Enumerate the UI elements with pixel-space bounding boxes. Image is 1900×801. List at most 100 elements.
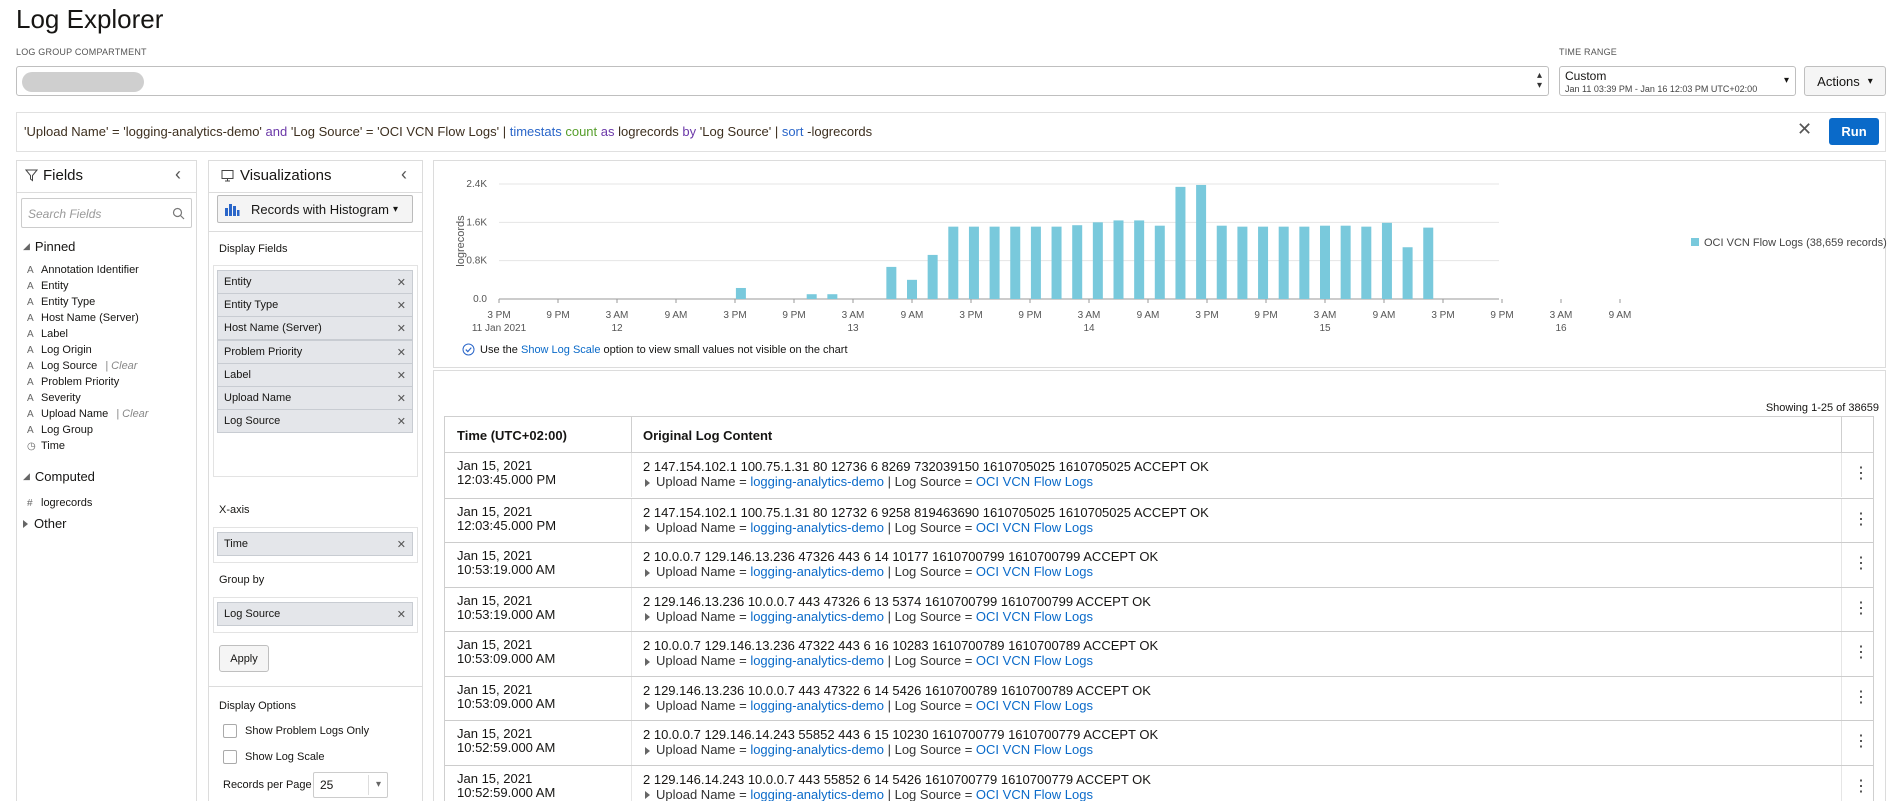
table-row[interactable]: Jan 15, 2021 12:03:45.000 PM 2 147.154.10… [445, 453, 1873, 497]
table-row[interactable]: Jan 15, 2021 10:53:09.000 AM 2 10.0.0.7 1… [445, 631, 1873, 676]
records-per-page-select[interactable]: 25 ▾ [313, 772, 388, 798]
histogram-bar[interactable] [1092, 222, 1103, 299]
histogram-bar[interactable] [948, 226, 959, 299]
field-item[interactable]: A Problem Priority [27, 374, 192, 390]
histogram-bar[interactable] [1051, 226, 1062, 299]
checkbox-box[interactable] [223, 750, 237, 764]
histogram-bar[interactable] [1381, 222, 1392, 299]
histogram-bar[interactable] [927, 254, 938, 299]
display-field-chip[interactable]: Host Name (Server) ✕ [217, 316, 413, 341]
close-icon[interactable]: ✕ [397, 299, 406, 312]
close-icon[interactable]: ✕ [397, 538, 406, 551]
upload-name-link[interactable]: logging-analytics-demo [750, 787, 884, 801]
expand-icon[interactable] [645, 657, 650, 666]
field-item[interactable]: A Log Group [27, 422, 192, 438]
upload-name-link[interactable]: logging-analytics-demo [750, 474, 884, 489]
collapse-left-icon[interactable]: ‹ [175, 164, 181, 185]
expand-icon[interactable] [645, 702, 650, 711]
log-source-link[interactable]: OCI VCN Flow Logs [976, 564, 1093, 579]
expand-icon[interactable] [645, 524, 650, 533]
more-options-icon[interactable]: ⋮ [1853, 687, 1869, 707]
close-icon[interactable]: ✕ [1797, 119, 1812, 140]
histogram-bar[interactable] [1402, 247, 1413, 299]
compartment-select[interactable]: ▴ ▾ [16, 66, 1549, 96]
field-item[interactable]: A Label [27, 326, 192, 342]
display-field-chip[interactable]: Label ✕ [217, 362, 413, 387]
histogram-bar[interactable] [886, 266, 897, 299]
histogram-bar[interactable] [1010, 226, 1021, 299]
histogram-bar[interactable] [989, 226, 1000, 299]
clear-filter-link[interactable]: | Clear [105, 360, 137, 372]
expand-icon[interactable] [645, 568, 650, 577]
log-source-link[interactable]: OCI VCN Flow Logs [976, 787, 1093, 801]
col-content-header[interactable]: Original Log Content [643, 428, 772, 443]
histogram-bar[interactable] [827, 294, 838, 299]
more-options-icon[interactable]: ⋮ [1853, 642, 1869, 662]
histogram-bar[interactable] [735, 287, 746, 299]
histogram-bar[interactable] [1216, 225, 1227, 299]
col-time-header[interactable]: Time (UTC+02:00) [457, 428, 567, 443]
histogram-chart[interactable]: 0.0 0.8K 1.6K 2.4K logrecords 3 PM 11 Jan 2021… [434, 161, 1887, 341]
group-by-chip[interactable]: Log Source ✕ [217, 602, 413, 626]
time-range-select[interactable]: Custom Jan 11 03:39 PM - Jan 16 12:03 PM… [1559, 66, 1796, 96]
field-item[interactable]: A Severity [27, 390, 192, 406]
histogram-bar[interactable] [1423, 227, 1434, 299]
close-icon[interactable]: ✕ [397, 415, 406, 428]
field-item[interactable]: A Upload Name | Clear [27, 406, 192, 422]
histogram-bar[interactable] [1299, 226, 1310, 299]
upload-name-link[interactable]: logging-analytics-demo [750, 742, 884, 757]
histogram-bar[interactable] [1237, 226, 1248, 299]
display-fields-dropzone[interactable]: Entity ✕ Entity Type ✕ Host Name (Server) ✕ Pr… [209, 265, 422, 480]
log-source-link[interactable]: OCI VCN Flow Logs [976, 653, 1093, 668]
field-item[interactable]: # logrecords [27, 495, 192, 511]
display-field-chip[interactable]: Log Source ✕ [217, 409, 413, 434]
apply-button[interactable]: Apply [219, 645, 269, 672]
table-row[interactable]: Jan 15, 2021 10:53:09.000 AM 2 129.146.13… [445, 675, 1873, 721]
histogram-bar[interactable] [1361, 226, 1372, 299]
legend-label[interactable]: OCI VCN Flow Logs (38,659 records) [1704, 237, 1887, 249]
close-icon[interactable]: ✕ [397, 392, 406, 405]
field-item[interactable]: A Log Origin [27, 342, 192, 358]
close-icon[interactable]: ✕ [397, 276, 406, 289]
log-source-link[interactable]: OCI VCN Flow Logs [976, 474, 1093, 489]
upload-name-link[interactable]: logging-analytics-demo [750, 609, 884, 624]
upload-name-link[interactable]: logging-analytics-demo [750, 520, 884, 535]
clear-filter-link[interactable]: | Clear [116, 408, 148, 420]
histogram-bar[interactable] [1175, 186, 1186, 299]
more-options-icon[interactable]: ⋮ [1853, 463, 1869, 483]
close-icon[interactable]: ✕ [397, 608, 406, 621]
histogram-bar[interactable] [1278, 226, 1289, 299]
field-item[interactable]: A Entity [27, 278, 192, 294]
close-icon[interactable]: ✕ [397, 369, 406, 382]
more-options-icon[interactable]: ⋮ [1853, 553, 1869, 573]
show-log-scale-link[interactable]: Show Log Scale [521, 344, 601, 356]
histogram-bar[interactable] [1030, 226, 1041, 299]
other-section-toggle[interactable]: Other [23, 516, 67, 531]
x-axis-chip[interactable]: Time ✕ [217, 532, 413, 556]
computed-section-toggle[interactable]: ◢ Computed [23, 469, 95, 484]
field-item[interactable]: A Entity Type [27, 294, 192, 310]
table-row[interactable]: Jan 15, 2021 10:52:59.000 AM 2 10.0.0.7 1… [445, 720, 1873, 765]
expand-icon[interactable] [645, 613, 650, 622]
table-row[interactable]: Jan 15, 2021 10:53:19.000 AM 2 129.146.13… [445, 586, 1873, 632]
more-options-icon[interactable]: ⋮ [1853, 731, 1869, 751]
histogram-bar[interactable] [1340, 225, 1351, 299]
log-source-link[interactable]: OCI VCN Flow Logs [976, 609, 1093, 624]
show-problem-logs-checkbox[interactable]: Show Problem Logs Only [223, 724, 369, 738]
table-row[interactable]: Jan 15, 2021 12:03:45.000 PM 2 147.154.10… [445, 497, 1873, 543]
query-editor[interactable]: 'Upload Name' = 'logging-analytics-demo'… [16, 112, 1886, 152]
histogram-bar[interactable] [1072, 225, 1083, 299]
show-log-scale-checkbox[interactable]: Show Log Scale [223, 750, 325, 764]
histogram-bar[interactable] [1320, 225, 1330, 299]
field-item[interactable]: ◷ Time [27, 438, 192, 454]
log-source-link[interactable]: OCI VCN Flow Logs [976, 698, 1093, 713]
checkbox-box[interactable] [223, 724, 237, 738]
display-field-chip[interactable]: Entity ✕ [217, 270, 413, 294]
histogram-bar[interactable] [1113, 220, 1124, 299]
visualization-type-select[interactable]: Records with Histogram ▾ [217, 195, 413, 223]
histogram-bar[interactable] [806, 294, 817, 299]
field-item[interactable]: A Log Source | Clear [27, 358, 192, 374]
expand-icon[interactable] [645, 478, 650, 487]
more-options-icon[interactable]: ⋮ [1853, 598, 1869, 618]
table-row[interactable]: Jan 15, 2021 10:53:19.000 AM 2 10.0.0.7 1… [445, 542, 1873, 587]
